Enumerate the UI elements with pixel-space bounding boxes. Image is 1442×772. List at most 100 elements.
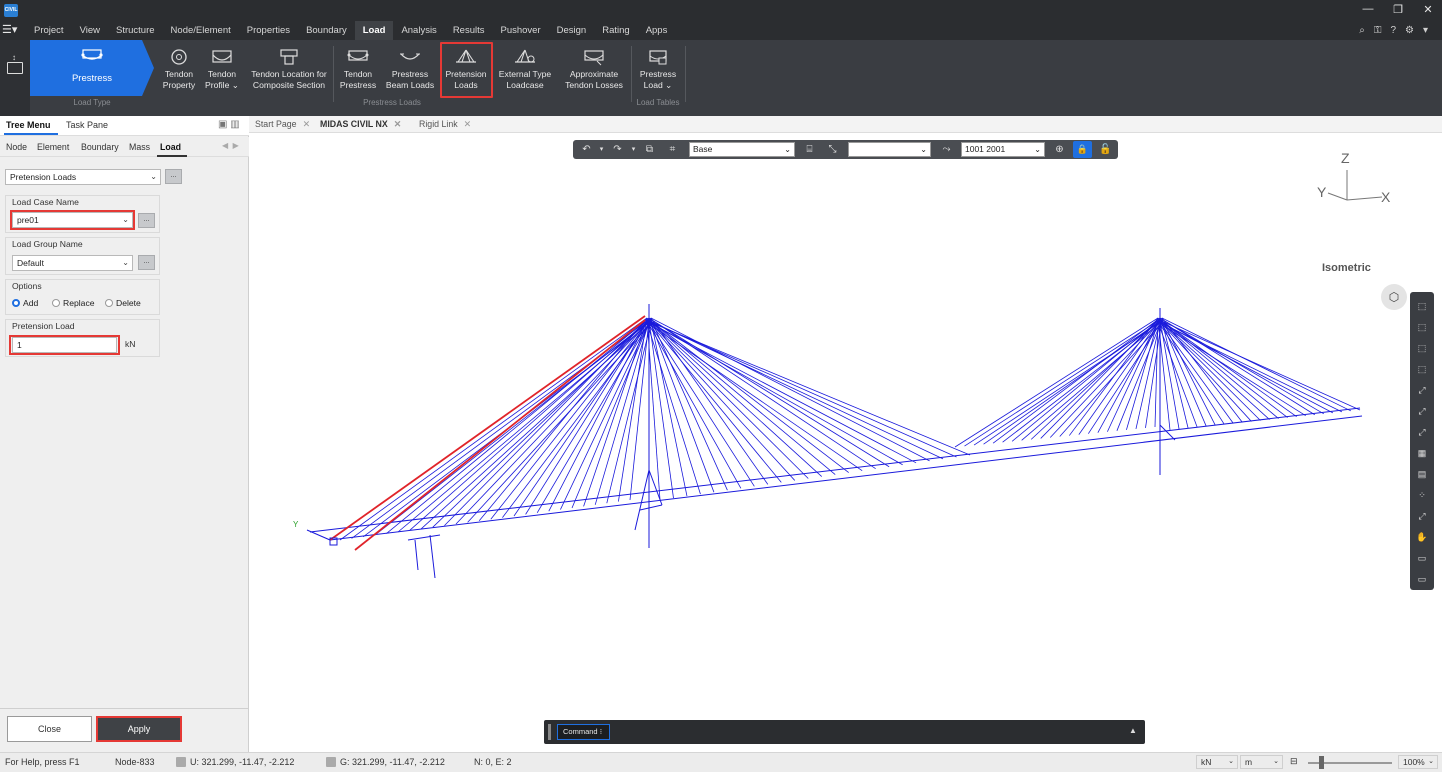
tab-task-pane[interactable]: Task Pane bbox=[66, 120, 108, 130]
option-replace[interactable]: Replace bbox=[52, 298, 95, 308]
ribbon-toggle[interactable] bbox=[0, 40, 30, 116]
menu-tab-rating[interactable]: Rating bbox=[594, 21, 637, 40]
restore-button[interactable]: ❐ bbox=[1392, 3, 1404, 16]
stay-cable[interactable] bbox=[444, 319, 648, 526]
menu-tab-project[interactable]: Project bbox=[26, 21, 72, 40]
filter-icon[interactable]: ⌸ bbox=[803, 143, 816, 156]
select-plane-icon[interactable]: ⬚ bbox=[1415, 362, 1429, 376]
menu-tab-view[interactable]: View bbox=[72, 21, 108, 40]
doc-tab-rigid-link[interactable]: Rigid Link ✕ bbox=[419, 119, 471, 130]
stay-cable[interactable] bbox=[646, 320, 903, 466]
sub-tab-element[interactable]: Element bbox=[37, 142, 69, 152]
tendon-location-button[interactable]: Tendon Location for Composite Section bbox=[246, 44, 332, 98]
copy-icon[interactable]: ⧉ bbox=[643, 143, 656, 156]
sub-tab-node[interactable]: Node bbox=[6, 142, 27, 152]
unit-settings-icon[interactable]: ⊟ bbox=[1290, 756, 1298, 767]
command-grip[interactable] bbox=[548, 724, 551, 740]
unlock-icon[interactable]: 🔓 bbox=[1099, 143, 1112, 156]
doc-tab-start-page[interactable]: Start Page ✕ bbox=[255, 119, 310, 130]
stay-cable[interactable] bbox=[525, 317, 650, 515]
tower-left-leg[interactable] bbox=[634, 469, 650, 531]
tower-right-leg[interactable] bbox=[1159, 424, 1176, 441]
undo-dropdown-icon[interactable]: ▾ bbox=[595, 143, 608, 156]
stay-cable[interactable] bbox=[1157, 319, 1361, 411]
panel-layout-icons[interactable]: ▣ ▥ bbox=[218, 119, 240, 130]
node-range-select[interactable]: 1001 2001 ⌄ bbox=[961, 142, 1045, 157]
stay-cable[interactable] bbox=[648, 322, 917, 464]
expand-up-icon[interactable]: ▲ bbox=[1129, 726, 1137, 735]
redo-icon[interactable]: ↷ bbox=[611, 143, 624, 156]
select-identity-icon[interactable]: ▦ bbox=[1415, 446, 1429, 460]
sub-tab-load[interactable]: Load bbox=[160, 142, 181, 152]
menu-tab-structure[interactable]: Structure bbox=[108, 21, 163, 40]
tendon-prestress-button[interactable]: Tendon Prestress bbox=[336, 44, 380, 98]
stay-cable[interactable] bbox=[954, 317, 1159, 448]
approximate-tendon-losses-button[interactable]: Approximate Tendon Losses bbox=[560, 44, 628, 98]
load-group-select[interactable]: Default ⌄ bbox=[12, 255, 133, 271]
minimize-button[interactable]: — bbox=[1362, 3, 1374, 16]
stay-cable[interactable] bbox=[1159, 317, 1315, 416]
sub-tab-scroll-arrows[interactable]: ◀ ▶ bbox=[222, 141, 239, 150]
menu-tab-design[interactable]: Design bbox=[549, 21, 595, 40]
length-unit-select[interactable]: m ⌄ bbox=[1240, 755, 1283, 769]
help-icon[interactable]: ? bbox=[1390, 25, 1396, 36]
load-group-more-button[interactable]: ... bbox=[138, 255, 155, 270]
structure-icon[interactable]: ⌗ bbox=[666, 143, 679, 156]
stay-cable[interactable] bbox=[650, 320, 688, 497]
stay-cable[interactable] bbox=[1011, 320, 1159, 442]
stay-cable[interactable] bbox=[478, 317, 648, 522]
select-single-icon[interactable]: ⤢ bbox=[1415, 383, 1429, 397]
selected-cable[interactable] bbox=[354, 319, 646, 551]
menu-tab-properties[interactable]: Properties bbox=[239, 21, 298, 40]
select-node-icon[interactable]: ⁘ bbox=[1415, 488, 1429, 502]
stay-cable[interactable] bbox=[1157, 317, 1279, 419]
stay-cable[interactable] bbox=[650, 320, 849, 473]
select-group-icon[interactable]: ▤ bbox=[1415, 467, 1429, 481]
stay-cable[interactable] bbox=[650, 319, 890, 468]
stay-cable[interactable] bbox=[560, 322, 650, 510]
dropdown-icon[interactable]: ▾ bbox=[1423, 25, 1428, 36]
select-window-icon[interactable]: ⬚ bbox=[1415, 299, 1429, 313]
settings-icon[interactable]: ⚙ bbox=[1405, 25, 1414, 36]
menu-tab-pushover[interactable]: Pushover bbox=[493, 21, 549, 40]
stay-cable[interactable] bbox=[646, 319, 944, 460]
stay-cable[interactable] bbox=[650, 322, 809, 479]
stay-cable[interactable] bbox=[648, 320, 957, 458]
stay-cable[interactable] bbox=[1040, 319, 1159, 439]
unselect-icon[interactable]: ⤢ bbox=[1415, 509, 1429, 523]
stay-cable[interactable] bbox=[1159, 322, 1234, 424]
activate-icon[interactable]: ✋ bbox=[1415, 530, 1429, 544]
layer-select[interactable]: Base ⌄ bbox=[689, 142, 795, 157]
selected-cable[interactable] bbox=[329, 315, 646, 541]
close-button[interactable]: Close bbox=[7, 716, 92, 742]
stay-cable[interactable] bbox=[386, 317, 650, 534]
force-unit-select[interactable]: kN ⌄ bbox=[1196, 755, 1238, 769]
undo-icon[interactable]: ↶ bbox=[580, 143, 593, 156]
pier[interactable] bbox=[429, 534, 436, 579]
stay-cable[interactable] bbox=[646, 317, 823, 477]
select-all-icon[interactable]: ⤢ bbox=[1415, 404, 1429, 418]
close-tab-icon[interactable]: ✕ bbox=[394, 119, 401, 129]
command-input[interactable]: Command ⁝ bbox=[557, 724, 610, 740]
stay-cable[interactable] bbox=[1021, 322, 1161, 441]
option-delete[interactable]: Delete bbox=[105, 298, 141, 308]
menu-tab-node-element[interactable]: Node/Element bbox=[163, 21, 239, 40]
deck-edge[interactable] bbox=[329, 415, 1363, 541]
option-add[interactable]: Add bbox=[12, 298, 38, 308]
menu-tab-results[interactable]: Results bbox=[445, 21, 493, 40]
select-polygon-icon[interactable]: ⬚ bbox=[1415, 320, 1429, 334]
tendon-property-button[interactable]: Tendon Property bbox=[157, 44, 201, 98]
close-tab-icon[interactable]: ✕ bbox=[303, 119, 310, 129]
load-case-more-button[interactable]: ... bbox=[138, 213, 155, 228]
search-node-icon[interactable]: ⊕ bbox=[1053, 143, 1066, 156]
panel-toggle-icon[interactable] bbox=[7, 62, 23, 74]
menu-tab-load[interactable]: Load bbox=[354, 21, 394, 40]
select-intersect-icon[interactable]: ⬚ bbox=[1415, 341, 1429, 355]
stay-cable[interactable] bbox=[374, 322, 648, 536]
external-type-loadcase-button[interactable]: External Type Loadcase bbox=[495, 44, 555, 98]
stay-cable[interactable] bbox=[1157, 319, 1252, 422]
doc-tab-midas-civil[interactable]: MIDAS CIVIL NX ✕ bbox=[320, 119, 401, 130]
filter-select[interactable]: ⌄ bbox=[848, 142, 931, 157]
gcs-icon[interactable] bbox=[326, 757, 336, 767]
tendon-profile-button[interactable]: Tendon Profile ⌄ bbox=[202, 44, 242, 98]
